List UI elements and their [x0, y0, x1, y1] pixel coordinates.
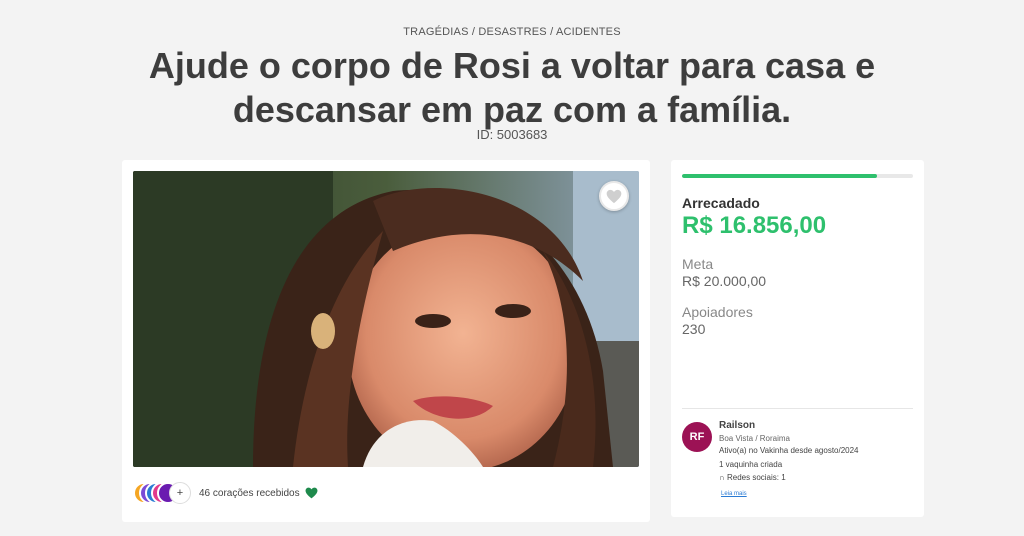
raised-amount: R$ 16.856,00: [682, 212, 827, 239]
category-breadcrumb[interactable]: TRAGÉDIAS / DESASTRES / ACIDENTES: [0, 26, 1024, 38]
goal-amount: R$ 20.000,00: [682, 273, 767, 289]
campaign-photo: [133, 171, 639, 467]
campaign-image-card: + 46 corações recebidos: [122, 160, 650, 522]
progress-fill: [682, 174, 877, 178]
hearts-received-row: + 46 corações recebidos: [133, 482, 318, 504]
organizer-active-since: Ativo(a) no Vakinha desde agosto/2024: [719, 446, 859, 455]
progress-bar: [682, 174, 913, 178]
organizer-location: Boa Vista / Roraima: [719, 434, 790, 443]
divider: [682, 408, 913, 409]
campaign-id: ID: 5003683: [476, 127, 548, 142]
supporter-avatars[interactable]: +: [133, 482, 193, 504]
heart-outline-icon: [606, 189, 622, 203]
raised-label: Arrecadado: [682, 195, 760, 211]
supporters-count: 230: [682, 321, 706, 337]
donation-stats-card: Arrecadado R$ 16.856,00 Meta R$ 20.000,0…: [671, 160, 924, 517]
more-supporters-button[interactable]: +: [169, 482, 191, 504]
supporters-label: Apoiadores: [682, 304, 753, 320]
read-more-link[interactable]: Leia mais: [721, 491, 747, 497]
organizer-social-text: Redes sociais: 1: [726, 473, 786, 482]
page-title: Ajude o corpo de Rosi a voltar para casa…: [148, 45, 876, 130]
organizer-social-networks: ∩ Redes sociais: 1: [719, 473, 786, 482]
hearts-received-count: 46 corações recebidos: [199, 487, 300, 499]
organizer-campaigns-created: 1 vaquinha criada: [719, 460, 783, 469]
organizer-name[interactable]: Railson: [719, 420, 755, 431]
heart-icon[interactable]: [305, 487, 318, 499]
favorite-button[interactable]: [599, 181, 629, 211]
social-icon: ∩: [719, 473, 725, 482]
organizer-avatar[interactable]: RF: [682, 422, 712, 452]
goal-label: Meta: [682, 256, 714, 272]
